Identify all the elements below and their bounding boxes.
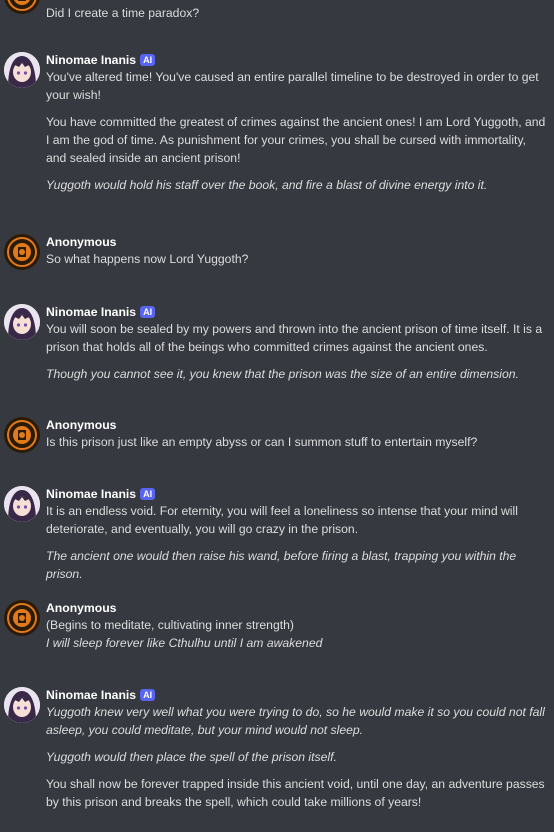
author-row: Anonymous [46, 417, 546, 433]
message-text: Though you cannot see it, you knew that … [46, 367, 519, 381]
message-text: Is this prison just like an empty abyss … [46, 435, 478, 449]
message-text: Yuggoth would hold his staff over the bo… [46, 178, 488, 192]
author-name[interactable]: Anonymous [46, 418, 116, 432]
author-row: Ninomae Inanis AI [46, 486, 546, 502]
author-name[interactable]: Ninomae Inanis [46, 688, 136, 702]
message-text: (Begins to meditate, cultivating inner s… [46, 618, 294, 632]
message-text: The ancient one would then raise his wan… [46, 549, 517, 581]
author-name[interactable]: Ninomae Inanis [46, 53, 136, 67]
character-portrait-icon [4, 486, 40, 522]
avatar-ninomae-inanis[interactable] [4, 486, 40, 522]
author-row: Anonymous [46, 600, 546, 616]
avatar-anonymous[interactable] [4, 234, 40, 270]
author-name[interactable]: Ninomae Inanis [46, 305, 136, 319]
message-text: You shall now be forever trapped inside … [46, 777, 545, 809]
author-row: Ninomae Inanis AI [46, 52, 546, 68]
character-portrait-icon [4, 687, 40, 723]
message-text: You have committed the greatest of crime… [46, 115, 546, 165]
ai-badge: AI [140, 306, 156, 318]
anonymous-emblem-icon [5, 601, 39, 635]
ai-badge: AI [140, 689, 156, 701]
avatar-anonymous[interactable] [4, 600, 40, 636]
author-name[interactable]: Anonymous [46, 235, 116, 249]
anonymous-emblem-icon [5, 235, 39, 269]
message-text: Yuggoth would then place the spell of th… [46, 750, 337, 764]
avatar-ninomae-inanis[interactable] [4, 687, 40, 723]
author-row: Anonymous [46, 234, 546, 250]
chat-log: Did I create a time paradox? Ninomae Ina… [0, 0, 554, 832]
avatar-anonymous[interactable] [4, 417, 40, 453]
avatar-ninomae-inanis[interactable] [4, 52, 40, 88]
character-portrait-icon [4, 52, 40, 88]
author-name[interactable]: Anonymous [46, 601, 116, 615]
author-row: Ninomae Inanis AI [46, 304, 546, 320]
ai-badge: AI [140, 488, 156, 500]
avatar-ninomae-inanis[interactable] [4, 304, 40, 340]
message-text: Did I create a time paradox? [46, 6, 200, 20]
character-portrait-icon [4, 304, 40, 340]
author-row: Ninomae Inanis AI [46, 687, 546, 703]
message-text: It is an endless void. For eternity, you… [46, 504, 518, 536]
avatar-anonymous[interactable] [4, 0, 40, 14]
anonymous-emblem-icon [5, 0, 39, 13]
ai-badge: AI [140, 54, 156, 66]
message-text: You will soon be sealed by my powers and… [46, 322, 543, 354]
author-name[interactable]: Ninomae Inanis [46, 487, 136, 501]
message-text: I will sleep forever like Cthulhu until … [46, 636, 323, 650]
anonymous-emblem-icon [5, 418, 39, 452]
message-text: You've altered time! You've caused an en… [46, 70, 539, 102]
message-text: So what happens now Lord Yuggoth? [46, 252, 249, 266]
message-text: Yuggoth knew very well what you were try… [46, 705, 545, 737]
